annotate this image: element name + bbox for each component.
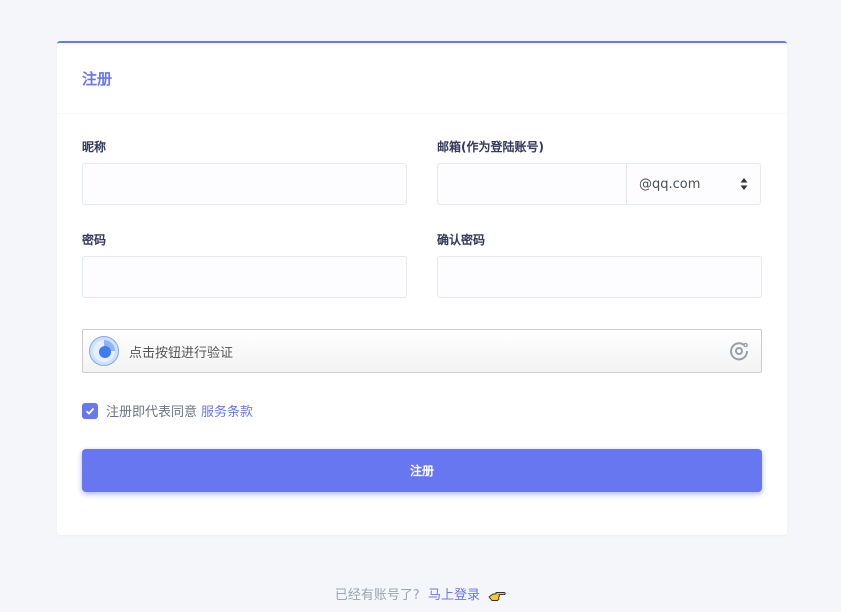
login-link[interactable]: 马上登录 <box>428 588 480 603</box>
terms-link[interactable]: 服务条款 <box>201 401 253 420</box>
nickname-label: 昵称 <box>82 140 107 154</box>
select-arrows-icon <box>740 178 748 190</box>
footer: 已经有账号了? 马上登录 <box>0 584 841 603</box>
captcha-orb-icon <box>89 336 119 366</box>
nickname-input[interactable] <box>82 163 407 205</box>
agreement-text: 注册即代表同意 <box>106 405 198 420</box>
email-domain-value: @qq.com <box>639 176 701 192</box>
card-title: 注册 <box>82 69 113 88</box>
email-label: 邮箱(作为登陆账号) <box>437 140 544 154</box>
captcha-text: 点击按钮进行验证 <box>129 345 234 361</box>
password-label: 密码 <box>82 233 107 247</box>
card-header: 注册 <box>57 43 787 114</box>
confirm-password-input[interactable] <box>437 256 762 298</box>
agreement-row: 注册即代表同意 服务条款 <box>82 401 253 420</box>
confirm-password-label: 确认密码 <box>437 233 486 247</box>
password-input[interactable] <box>82 256 407 298</box>
register-button[interactable]: 注册 <box>82 449 762 492</box>
register-card: 注册 昵称 邮箱(作为登陆账号) @qq.com 密码 确认密码 点击按钮进行验… <box>57 41 787 535</box>
pointing-hand-icon <box>488 591 506 601</box>
check-icon <box>85 407 95 415</box>
email-domain-select[interactable]: @qq.com <box>626 163 761 205</box>
captcha-logo-icon <box>730 342 749 361</box>
footer-text: 已经有账号了? <box>334 588 420 603</box>
email-input[interactable] <box>437 163 627 205</box>
captcha-button[interactable]: 点击按钮进行验证 <box>82 329 762 373</box>
agreement-checkbox[interactable] <box>82 402 98 419</box>
